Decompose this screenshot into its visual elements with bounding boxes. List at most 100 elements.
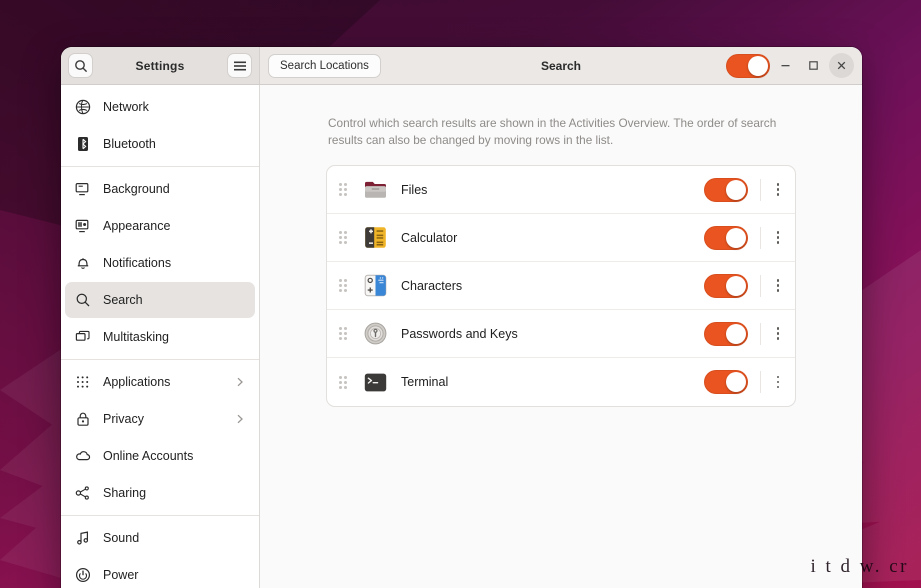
table-row: Terminal — [327, 358, 795, 406]
sidebar-item-label: Privacy — [103, 412, 144, 426]
search-icon — [74, 59, 88, 73]
close-icon — [836, 60, 847, 71]
sidebar-item-label: Bluetooth — [103, 137, 156, 151]
window-body: Network Bluetooth Background Appearance Noti… — [61, 85, 862, 588]
power-icon — [74, 567, 91, 583]
seahorse-keys-icon — [363, 321, 388, 346]
terminal-icon — [363, 370, 388, 395]
sidebar-item-appearance[interactable]: Appearance — [65, 208, 255, 244]
drag-handle-icon[interactable] — [339, 183, 353, 197]
row-menu-button[interactable] — [761, 358, 795, 406]
sidebar-divider — [61, 166, 259, 167]
sidebar-item-label: Search — [103, 293, 143, 307]
maximize-button[interactable] — [801, 53, 826, 78]
toggle-knob — [726, 372, 746, 393]
toggle-knob — [726, 275, 746, 296]
close-button[interactable] — [829, 53, 854, 78]
row-menu-button[interactable] — [761, 214, 795, 262]
sidebar-item-bluetooth[interactable]: Bluetooth — [65, 126, 255, 162]
minimize-icon — [780, 60, 791, 71]
row-menu-button[interactable] — [761, 166, 795, 214]
maximize-icon — [808, 60, 819, 71]
row-label: Calculator — [401, 230, 458, 245]
search-master-toggle[interactable] — [726, 53, 770, 78]
chevron-right-icon — [234, 376, 246, 388]
row-label: Characters — [401, 278, 463, 293]
characters-icon — [363, 273, 388, 298]
windows-icon — [74, 329, 91, 345]
search-providers-list: Files Calculator Characters Passwords and K… — [326, 165, 796, 408]
globe-icon — [74, 99, 91, 115]
row-label: Files — [401, 182, 428, 197]
panel-description: Control which search results are shown i… — [328, 116, 777, 148]
cloud-icon — [74, 448, 91, 464]
row-toggle[interactable] — [704, 370, 748, 395]
table-row: Files — [327, 166, 795, 215]
row-toggle[interactable] — [704, 177, 748, 202]
hamburger-menu-icon — [233, 60, 247, 72]
search-button[interactable] — [68, 53, 93, 78]
sidebar-item-label: Background — [103, 182, 170, 196]
toggle-knob — [748, 55, 768, 76]
drag-handle-icon[interactable] — [339, 231, 353, 245]
sidebar-item-background[interactable]: Background — [65, 171, 255, 207]
sidebar-item-multitasking[interactable]: Multitasking — [65, 319, 255, 355]
row-label: Terminal — [401, 375, 449, 390]
lock-icon — [74, 411, 91, 427]
sidebar-item-applications[interactable]: Applications — [65, 364, 255, 400]
drag-handle-icon[interactable] — [339, 375, 353, 389]
minimize-button[interactable] — [773, 53, 798, 78]
table-row: Passwords and Keys — [327, 310, 795, 359]
row-toggle[interactable] — [704, 321, 748, 346]
sidebar-item-power[interactable]: Power — [65, 557, 255, 588]
calculator-icon — [363, 225, 388, 250]
drag-handle-icon[interactable] — [339, 279, 353, 293]
sidebar-item-label: Online Accounts — [103, 449, 194, 463]
bell-icon — [74, 255, 91, 271]
header-tools — [726, 53, 854, 78]
table-row: Calculator — [327, 214, 795, 263]
settings-window: Settings Search Locations Search Network… — [61, 47, 862, 588]
sidebar-item-privacy[interactable]: Privacy — [65, 401, 255, 437]
sidebar-item-label: Sound — [103, 531, 140, 545]
row-label: Passwords and Keys — [401, 326, 518, 341]
sidebar-item-label: Network — [103, 100, 149, 114]
row-toggle[interactable] — [704, 273, 748, 298]
toggle-knob — [726, 323, 746, 344]
sidebar-item-notifications[interactable]: Notifications — [65, 245, 255, 281]
sidebar-item-online-accounts[interactable]: Online Accounts — [65, 438, 255, 474]
music-note-icon — [74, 530, 91, 546]
share-nodes-icon — [74, 485, 91, 501]
row-toggle[interactable] — [704, 225, 748, 250]
row-menu-button[interactable] — [761, 262, 795, 310]
sidebar-item-search[interactable]: Search — [65, 282, 255, 318]
sidebar-divider — [61, 359, 259, 360]
sidebar-item-sharing[interactable]: Sharing — [65, 475, 255, 511]
sidebar-item-label: Notifications — [103, 256, 172, 270]
sidebar-header: Settings — [61, 47, 260, 85]
sidebar-item-label: Sharing — [103, 486, 147, 500]
drag-handle-icon[interactable] — [339, 327, 353, 341]
window-header-bar: Settings Search Locations Search — [61, 47, 862, 85]
monitor-icon — [74, 181, 91, 197]
toggle-knob — [726, 179, 746, 200]
sidebar-item-label: Appearance — [103, 219, 171, 233]
app-title: Settings — [135, 58, 185, 73]
bluetooth-icon — [74, 136, 91, 152]
appearance-icon — [74, 218, 91, 234]
toggle-knob — [726, 227, 746, 248]
search-icon — [74, 292, 91, 308]
search-locations-button[interactable]: Search Locations — [268, 53, 381, 78]
grid-dots-icon — [74, 374, 91, 390]
sidebar-divider — [61, 515, 259, 516]
sidebar-item-label: Applications — [103, 375, 171, 389]
sidebar-item-sound[interactable]: Sound — [65, 520, 255, 556]
chevron-right-icon — [234, 413, 246, 425]
main-header: Search Locations Search — [260, 47, 862, 85]
sidebar-item-network[interactable]: Network — [65, 89, 255, 125]
settings-sidebar: Network Bluetooth Background Appearance Noti… — [61, 85, 260, 588]
row-menu-button[interactable] — [761, 310, 795, 358]
search-settings-panel: Control which search results are shown i… — [260, 85, 862, 588]
main-menu-button[interactable] — [227, 53, 252, 78]
table-row: Characters — [327, 262, 795, 311]
